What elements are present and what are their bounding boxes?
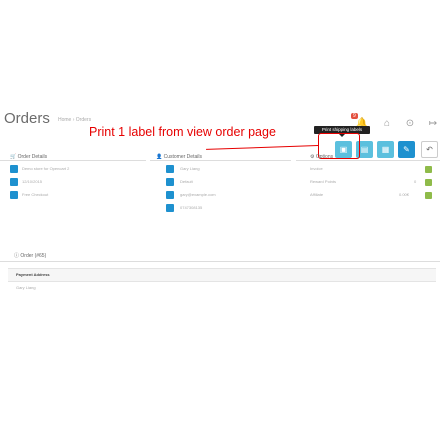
print-shipping-list-button[interactable]: ▦ <box>377 141 394 158</box>
invoice-label: Invoice <box>310 166 323 171</box>
payment-method: Free Checkout <box>22 192 49 197</box>
store-name: Demo store for Opencart 2 <box>22 166 70 171</box>
page-title: Orders <box>4 110 50 127</box>
reward-points-label: Reward Points <box>310 179 337 184</box>
phone-icon <box>166 204 174 212</box>
payment-address-header: Payment Address <box>16 272 50 277</box>
order-date: 12/10/2015 <box>22 179 43 184</box>
affiliate-label: Affiliate <box>310 192 324 197</box>
order-section-header: ⓘ Order (#65) <box>14 253 47 259</box>
breadcrumb-home[interactable]: Home <box>58 117 71 123</box>
customer-name[interactable]: Gary Liang <box>180 165 200 173</box>
back-button[interactable]: ↶ <box>421 141 438 158</box>
logout-icon[interactable]: ↦ <box>426 117 440 131</box>
customer-group: Default <box>180 179 193 184</box>
annotation-text: Print 1 label from view order page <box>89 125 276 139</box>
email-icon <box>166 191 174 199</box>
add-reward-button[interactable] <box>425 179 432 186</box>
customer-email[interactable]: gary@example.com <box>180 191 216 199</box>
info-icon: ⓘ <box>14 253 20 259</box>
store-icon <box>10 165 18 173</box>
generate-invoice-button[interactable] <box>425 166 432 173</box>
notification-badge: 9 <box>351 113 358 119</box>
home-icon[interactable]: ⌂ <box>380 117 394 131</box>
affiliate-value: 0.00€ <box>399 192 410 197</box>
reward-points-value: 0 <box>414 179 417 184</box>
edit-button[interactable]: ✎ <box>398 141 415 158</box>
payment-icon <box>10 191 18 199</box>
payment-address-name: Gary Liang <box>16 285 36 290</box>
breadcrumb: Home › Orders <box>58 117 92 123</box>
group-icon <box>166 178 174 186</box>
breadcrumb-orders[interactable]: Orders <box>76 117 91 123</box>
help-icon[interactable]: ⊙ <box>403 117 417 131</box>
address-table <box>8 268 436 282</box>
customer-icon <box>166 165 174 173</box>
customer-phone: 0747308135 <box>180 205 203 210</box>
annotation-arrow <box>206 145 319 150</box>
calendar-icon <box>10 178 18 186</box>
add-commission-button[interactable] <box>425 192 432 199</box>
